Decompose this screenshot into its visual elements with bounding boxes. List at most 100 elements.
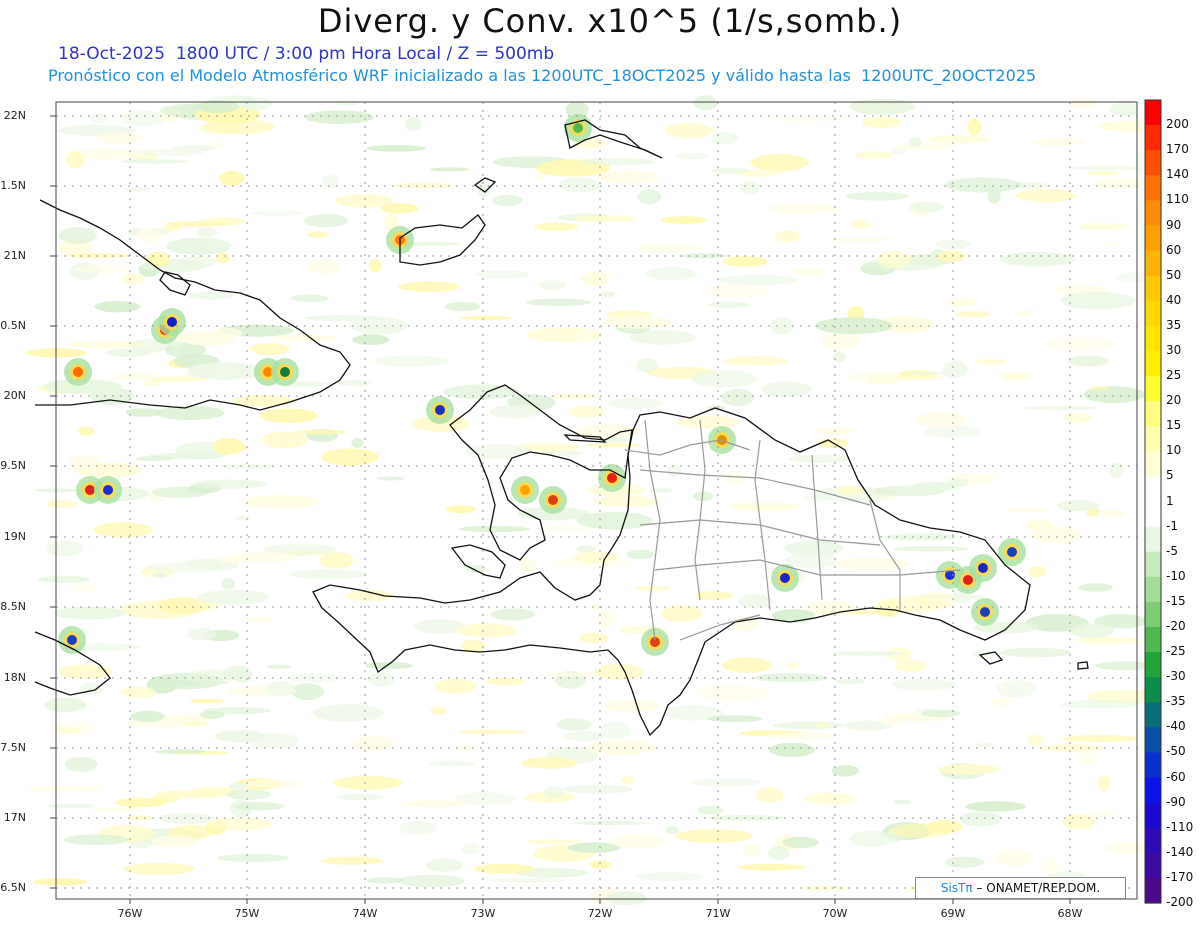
field-patch: [380, 203, 419, 214]
colorbar-swatch: [1145, 451, 1161, 477]
field-patch: [349, 317, 408, 335]
field-patch: [690, 370, 758, 388]
field-patch: [485, 677, 526, 686]
field-patch: [352, 334, 390, 346]
field-patch: [1027, 734, 1044, 746]
field-patch: [187, 628, 216, 641]
colorbar-label: 170: [1166, 142, 1189, 157]
field-patch: [434, 678, 477, 694]
field-patch: [1005, 507, 1050, 513]
field-patch: [767, 846, 790, 861]
lon-label: 76W: [117, 907, 143, 920]
field-patch: [215, 251, 230, 264]
field-core: [280, 367, 290, 377]
field-patch: [1046, 337, 1119, 351]
field-patch: [223, 665, 248, 681]
field-patch: [461, 843, 481, 855]
colorbar-label: 1: [1166, 493, 1174, 508]
field-patch: [694, 685, 768, 701]
field-core: [963, 575, 973, 585]
colorbar-label: -30: [1166, 669, 1186, 684]
field-patch: [430, 707, 447, 715]
lat-label: 21N: [3, 249, 26, 262]
field-patch: [947, 478, 970, 488]
field-patch: [1092, 177, 1147, 189]
lat-label: 17N: [3, 811, 26, 824]
field-patch: [45, 500, 78, 508]
field-patch: [205, 240, 230, 248]
field-patch: [1079, 750, 1097, 765]
field-patch: [1018, 309, 1032, 316]
colorbar-label: 50: [1166, 267, 1182, 282]
field-patch: [43, 697, 87, 712]
field-patch: [719, 274, 799, 286]
field-core: [67, 635, 77, 645]
field-patch: [891, 678, 956, 691]
field-patch: [1067, 355, 1110, 367]
field-patch: [459, 729, 525, 735]
field-patch: [584, 443, 641, 448]
field-patch: [976, 742, 995, 748]
colorbar-swatch: [1145, 376, 1161, 402]
colorbar-swatch: [1145, 852, 1161, 879]
field-patch: [240, 779, 301, 788]
field-patch: [207, 817, 273, 831]
lon-label: 68W: [1057, 907, 1083, 920]
field-patch: [68, 455, 101, 470]
field-patch: [490, 608, 536, 621]
field-patch: [93, 522, 153, 538]
field-patch: [1022, 406, 1099, 411]
field-patch: [845, 372, 901, 382]
field-patch: [63, 834, 129, 845]
field-patch: [556, 718, 592, 731]
field-patch: [786, 661, 800, 670]
field-patch: [63, 253, 133, 258]
field-patch: [576, 511, 653, 530]
colorbar-label: -90: [1166, 794, 1186, 809]
colorbar-label: 10: [1166, 443, 1182, 458]
field-patch: [320, 448, 379, 466]
field-patch: [568, 405, 605, 418]
field-patch: [58, 227, 97, 244]
colorbar-swatch: [1145, 677, 1161, 703]
field-patch: [533, 222, 579, 231]
field-patch: [967, 118, 982, 136]
field-patch: [580, 272, 611, 286]
field-patch: [121, 273, 145, 285]
field-patch: [248, 733, 300, 749]
field-patch: [1015, 188, 1077, 203]
field-patch: [212, 438, 245, 455]
field-patch: [721, 388, 754, 406]
field-patch: [89, 113, 108, 124]
field-patch: [862, 116, 902, 129]
lat-label: 18N: [3, 671, 26, 684]
field-patch: [289, 569, 369, 580]
field-patch: [667, 465, 681, 478]
field-core: [607, 473, 617, 483]
colorbar-swatch: [1145, 526, 1161, 553]
colorbar-swatch: [1145, 401, 1161, 427]
divergence-map: [26, 95, 1165, 906]
field-patch: [849, 830, 893, 847]
lon-label: 70W: [822, 907, 848, 920]
field-patch: [605, 891, 648, 906]
field-core: [573, 123, 583, 133]
field-patch: [32, 878, 88, 886]
field-patch: [704, 284, 769, 298]
field-patch: [368, 672, 395, 687]
colorbar-label: 25: [1166, 368, 1182, 382]
field-patch: [1097, 775, 1111, 791]
field-patch: [707, 301, 750, 308]
colorbar-label: 30: [1166, 342, 1182, 357]
colorbar-label: -1: [1166, 518, 1178, 533]
colorbar-label: 200: [1166, 117, 1189, 132]
field-patch: [589, 860, 612, 869]
field-patch: [599, 291, 616, 298]
field-patch: [26, 785, 103, 793]
field-patch: [266, 681, 296, 697]
field-patch: [526, 298, 592, 307]
field-patch: [576, 545, 596, 553]
field-patch: [74, 265, 133, 274]
field-patch: [367, 877, 404, 884]
field-patch: [95, 132, 143, 145]
